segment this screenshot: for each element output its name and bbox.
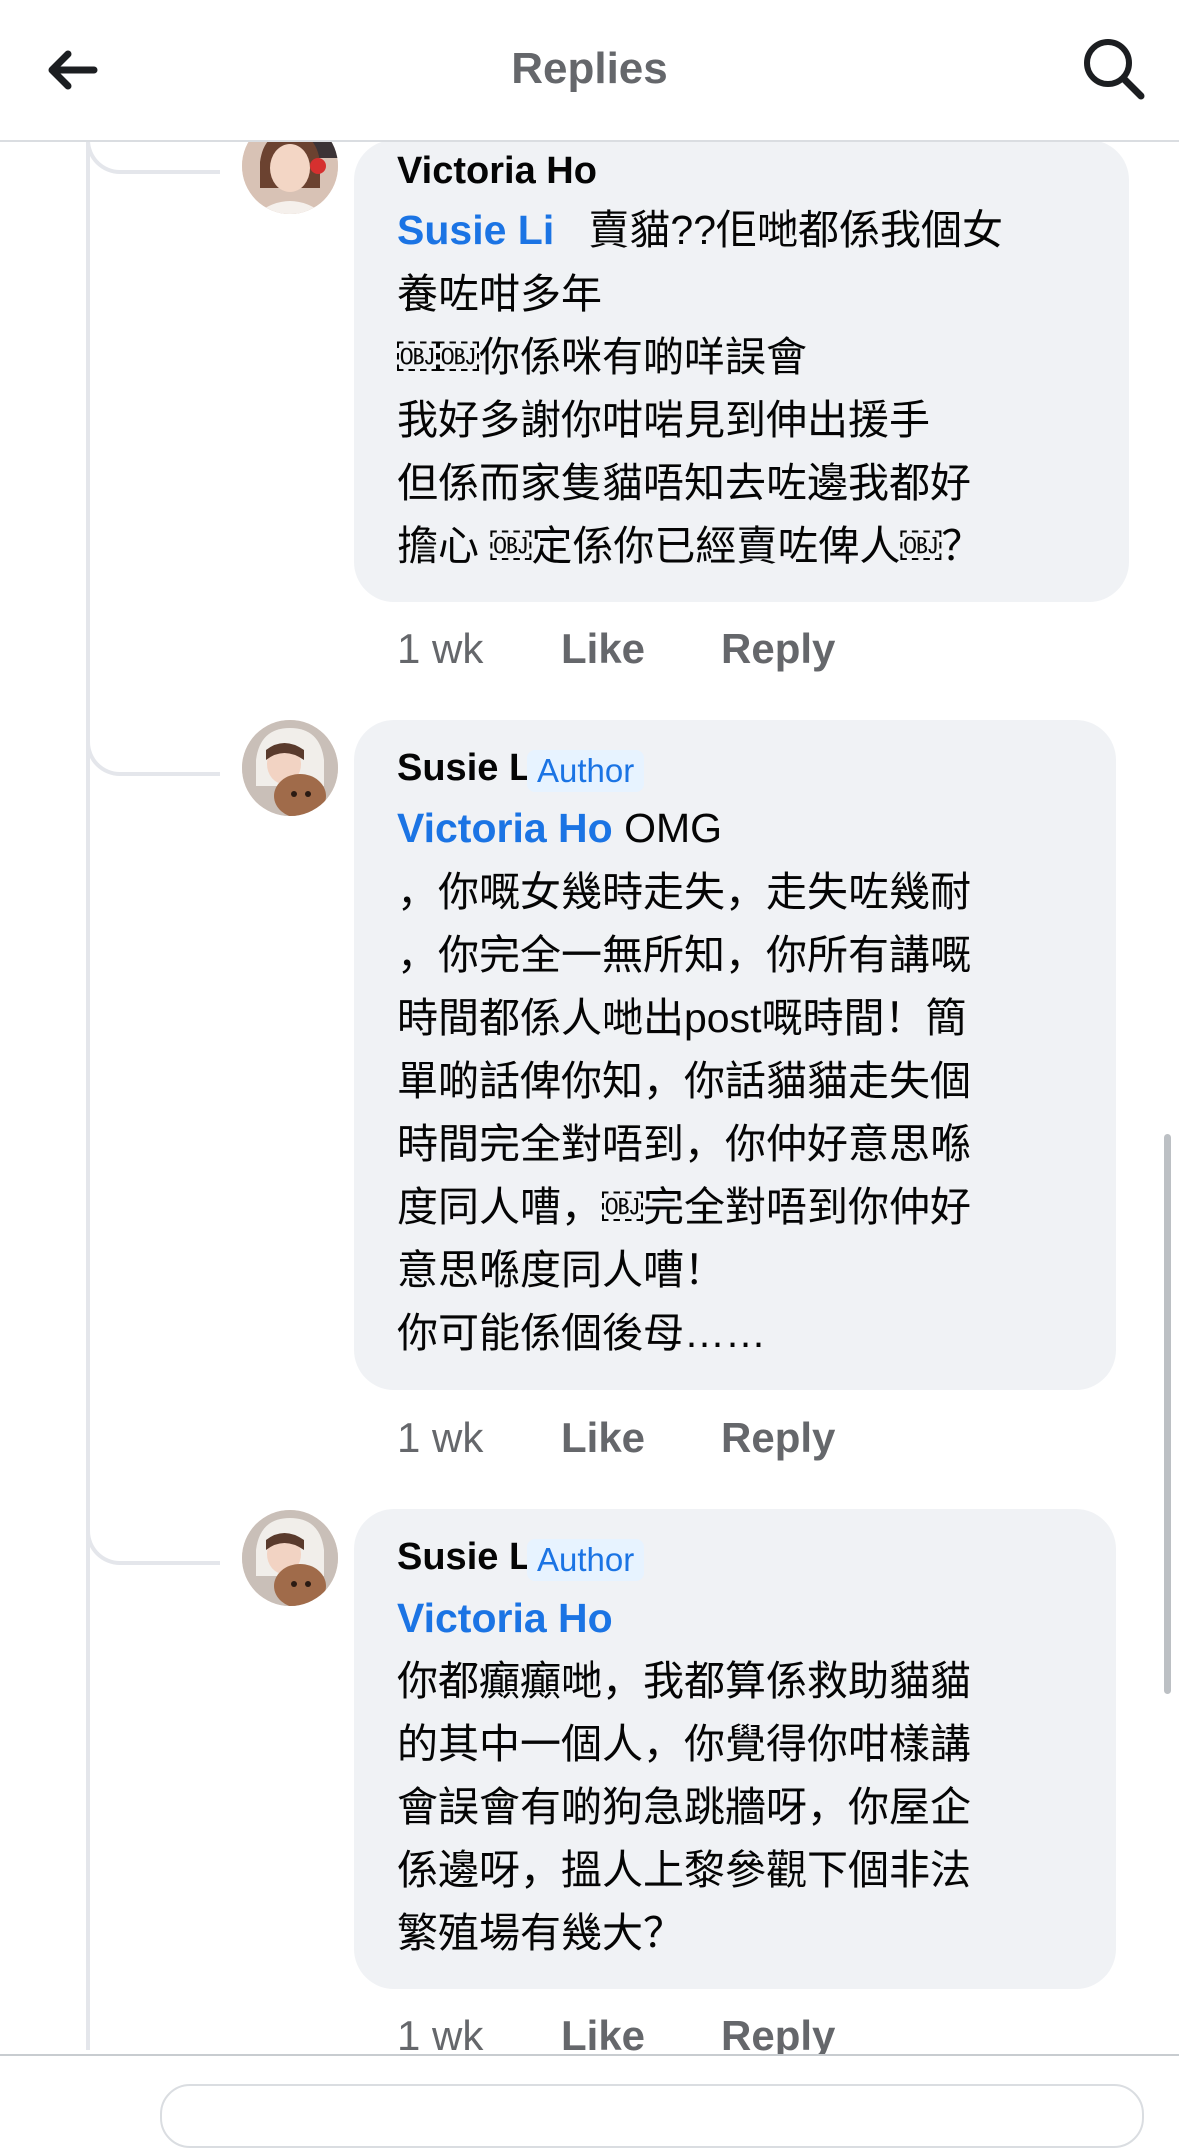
mention-link[interactable]: Victoria Ho: [397, 1595, 613, 1641]
reply-composer: [0, 2054, 1179, 2148]
avatar[interactable]: [242, 720, 338, 816]
mention-link[interactable]: Susie Li: [397, 207, 554, 253]
comment-line: 意思喺度同人嘈！: [397, 1247, 725, 1293]
comment-line: 擔心 ￼定係你已經賣咗俾人￼？: [397, 523, 983, 569]
comment-line: 會誤會有啲狗急跳牆呀，你屋企: [397, 1784, 971, 1830]
comment-line: ￼￼你係咪有啲咩誤會: [397, 334, 807, 380]
comment-line: 時間完全對唔到，你仲好意思喺: [397, 1121, 971, 1167]
comment-bubble: Susie Li Author Victoria Ho OMG ，你嘅女幾時走失…: [354, 720, 1116, 1390]
comment-bubble: Victoria Ho Susie Li 賣貓??佢哋都係我個女 養咗咁多年 ￼…: [354, 140, 1129, 602]
comment-line: 養咗咁多年: [397, 271, 602, 317]
comment-line: 我好多謝你咁啱見到伸出援手: [397, 397, 930, 443]
page-title: Replies: [511, 44, 668, 93]
thread-line: [86, 140, 90, 2050]
author-badge: Author: [527, 1539, 645, 1581]
thread-branch: [86, 738, 220, 776]
search-icon: [1084, 39, 1145, 100]
avatar[interactable]: [242, 1510, 338, 1606]
like-button[interactable]: Like: [561, 2012, 645, 2060]
comment-line: 度同人嘈，￼完全對唔到你仲好: [397, 1184, 971, 1230]
comment-line: Victoria Ho OMG: [397, 805, 723, 851]
comment-line: ，你完全一無所知，你所有講嘅: [397, 932, 971, 978]
author-badge: Author: [527, 750, 645, 792]
comment-line: 但係而家隻貓唔知去咗邊我都好: [397, 460, 971, 506]
top-bar: Replies: [0, 0, 1179, 142]
author-name[interactable]: Susie Li: [397, 747, 543, 790]
comment-line: 你都癲癲哋，我都算係救助貓貓: [397, 1658, 971, 1704]
comment-line: 時間都係人哋出post嘅時間！簡: [397, 995, 967, 1041]
author-name[interactable]: Susie Li: [397, 1536, 543, 1579]
timestamp: 1 wk: [397, 625, 484, 672]
timestamp: 1 wk: [397, 1414, 484, 1461]
reply-input[interactable]: [160, 2084, 1144, 2148]
author-name[interactable]: Victoria Ho: [397, 150, 597, 193]
timestamp: 1 wk: [397, 2012, 484, 2059]
comment-line: Victoria Ho: [397, 1587, 613, 1649]
comment-line: 單啲話俾你知，你話貓貓走失個: [397, 1058, 971, 1104]
reply-button[interactable]: Reply: [721, 625, 835, 673]
search-button[interactable]: [1079, 34, 1149, 104]
comment-bubble: Susie Li Author Victoria Ho 你都癲癲哋，我都算係救助…: [354, 1509, 1116, 1989]
comment-line: ，你嘅女幾時走失，走失咗幾耐: [397, 869, 971, 915]
scrollbar[interactable]: [1164, 1134, 1171, 1694]
reply-button[interactable]: Reply: [721, 1414, 835, 1462]
comment-line: 的其中一個人，你覺得你咁樣講: [397, 1721, 971, 1767]
mention-link[interactable]: Victoria Ho: [397, 805, 613, 851]
thread-branch: [86, 1527, 220, 1565]
comment-line: 你可能係個後母……: [397, 1310, 766, 1356]
comment-line: 繁殖場有幾大？: [397, 1910, 684, 1956]
comment-line: Susie Li 賣貓??佢哋都係我個女: [397, 207, 1004, 253]
comment-line: 係邊呀，搵人上黎參觀下個非法: [397, 1847, 971, 1893]
reply-button[interactable]: Reply: [721, 2012, 835, 2060]
like-button[interactable]: Like: [561, 625, 645, 673]
like-button[interactable]: Like: [561, 1414, 645, 1462]
